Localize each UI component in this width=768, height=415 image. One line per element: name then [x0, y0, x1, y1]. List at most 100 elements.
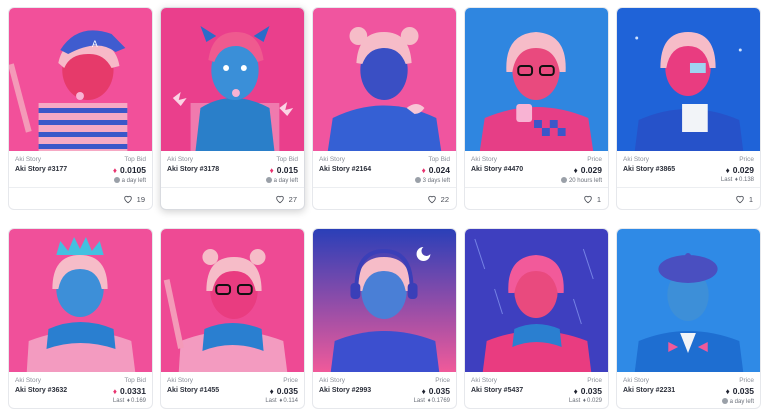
price-value: ♦ 0.035: [725, 386, 754, 396]
nft-artwork[interactable]: A: [9, 8, 152, 151]
last-sale: Last ♦0.029: [568, 398, 602, 404]
nft-name[interactable]: Aki Story #2231: [623, 387, 675, 394]
last-sale: Last ♦0.114: [265, 398, 298, 404]
like-count: 1: [596, 194, 601, 204]
time-left: a day left: [265, 177, 298, 184]
heart-icon: [275, 195, 284, 204]
nft-card[interactable]: Aki Story Aki Story #3865 Price ♦ 0.029 L…: [616, 7, 761, 210]
price-label: Price: [739, 156, 754, 163]
nft-card[interactable]: Aki Story Aki Story #3178 Top Bid ♦ 0.015…: [160, 7, 305, 210]
nft-card[interactable]: Aki Story Aki Story #4470 Price ♦ 0.029 2…: [464, 7, 609, 210]
nft-artwork[interactable]: [617, 8, 760, 151]
clock-icon: [721, 398, 728, 404]
like-button[interactable]: 22: [427, 194, 449, 204]
nft-name[interactable]: Aki Story #2993: [319, 387, 371, 394]
card-footer: 19: [9, 187, 152, 209]
nft-name[interactable]: Aki Story #1455: [167, 387, 219, 394]
last-sale: Last ♦0.1769: [413, 398, 450, 404]
nft-name[interactable]: Aki Story #3865: [623, 166, 675, 173]
collection-name: Aki Story: [15, 156, 42, 163]
nft-name[interactable]: Aki Story #3178: [167, 166, 219, 173]
time-left: a day left: [113, 177, 146, 184]
heart-icon: [427, 195, 436, 204]
clock-icon: [414, 177, 421, 183]
time-left: 3 days left: [414, 177, 450, 184]
nft-card[interactable]: Aki Story Aki Story #5437 Price ♦ 0.035 L…: [464, 228, 609, 409]
card-footer: 1: [617, 187, 760, 209]
time-left: a day left: [721, 398, 754, 405]
nft-card[interactable]: A Aki Story Aki Story #3177 Top Bid ♦ 0.0…: [8, 7, 153, 210]
eth-icon: ♦: [269, 387, 274, 396]
eth-icon: ♦: [421, 166, 426, 175]
price-value: ♦ 0.029: [725, 165, 754, 175]
collection-name: Aki Story: [167, 156, 194, 163]
eth-icon: ♦: [112, 166, 117, 175]
eth-icon: ♦: [573, 387, 578, 396]
svg-text:A: A: [92, 39, 98, 49]
price-value: ♦ 0.035: [421, 386, 450, 396]
collection-name: Aki Story: [471, 377, 498, 384]
heart-icon: [123, 195, 132, 204]
last-sale: Last ♦0.169: [112, 398, 146, 404]
like-button[interactable]: 27: [275, 194, 297, 204]
like-count: 19: [136, 194, 145, 204]
nft-card[interactable]: Aki Story Aki Story #1455 Price ♦ 0.035 L…: [160, 228, 305, 409]
collection-name: Aki Story: [167, 377, 194, 384]
collection-name: Aki Story: [623, 377, 650, 384]
eth-icon: ♦: [421, 387, 426, 396]
heart-icon: [736, 195, 744, 204]
nft-artwork[interactable]: [313, 229, 456, 372]
collection-name: Aki Story: [319, 156, 346, 163]
nft-card[interactable]: Aki Story Aki Story #2164 Top Bid ♦ 0.024…: [312, 7, 457, 210]
nft-name[interactable]: Aki Story #3177: [15, 166, 67, 173]
price-label: Price: [435, 377, 450, 384]
eth-icon: ♦: [427, 398, 431, 404]
collection-name: Aki Story: [471, 156, 498, 163]
collection-name: Aki Story: [319, 377, 346, 384]
price-value: ♦ 0.029: [573, 165, 602, 175]
clock-icon: [265, 177, 272, 183]
heart-icon: [584, 195, 592, 204]
price-value: ♦ 0.015: [269, 165, 298, 175]
eth-icon: ♦: [279, 398, 283, 404]
time-left: 20 hours left: [560, 177, 602, 184]
eth-icon: ♦: [573, 166, 578, 175]
card-footer: 1: [465, 187, 608, 209]
collection-name: Aki Story: [15, 377, 42, 384]
price-value: ♦ 0.035: [269, 386, 298, 396]
collection-name: Aki Story: [623, 156, 650, 163]
price-label: Price: [587, 156, 602, 163]
nft-name[interactable]: Aki Story #3632: [15, 387, 67, 394]
nft-name[interactable]: Aki Story #2164: [319, 166, 371, 173]
nft-name[interactable]: Aki Story #4470: [471, 166, 523, 173]
nft-artwork[interactable]: [465, 8, 608, 151]
like-button[interactable]: 1: [583, 194, 601, 204]
nft-artwork[interactable]: [161, 8, 304, 151]
nft-card[interactable]: Aki Story Aki Story #2993 Price ♦ 0.035 L…: [312, 228, 457, 409]
price-value: ♦ 0.035: [573, 386, 602, 396]
price-label: Price: [587, 377, 602, 384]
nft-artwork[interactable]: [9, 229, 152, 372]
nft-name[interactable]: Aki Story #5437: [471, 387, 523, 394]
price-value: ♦ 0.0331: [112, 386, 146, 396]
eth-icon: ♦: [725, 166, 730, 175]
clock-icon: [113, 177, 120, 183]
nft-card[interactable]: Aki Story Aki Story #3632 Top Bid ♦ 0.033…: [8, 228, 153, 409]
like-button[interactable]: 19: [123, 194, 145, 204]
clock-icon: [560, 177, 567, 183]
price-value: ♦ 0.0105: [112, 165, 146, 175]
eth-icon: ♦: [126, 398, 130, 404]
nft-artwork[interactable]: [313, 8, 456, 151]
eth-icon: ♦: [725, 387, 730, 396]
like-button[interactable]: 1: [735, 194, 753, 204]
nft-card[interactable]: Aki Story Aki Story #2231 Price ♦ 0.035 a…: [616, 228, 761, 409]
like-count: 22: [440, 194, 449, 204]
price-label: Price: [739, 377, 754, 384]
price-label: Top Bid: [276, 156, 298, 163]
eth-icon: ♦: [734, 177, 738, 183]
nft-grid: A Aki Story Aki Story #3177 Top Bid ♦ 0.0…: [0, 0, 768, 415]
nft-artwork[interactable]: [617, 229, 760, 372]
nft-artwork[interactable]: [465, 229, 608, 372]
last-sale: Last ♦0.138: [720, 177, 754, 183]
nft-artwork[interactable]: [161, 229, 304, 372]
